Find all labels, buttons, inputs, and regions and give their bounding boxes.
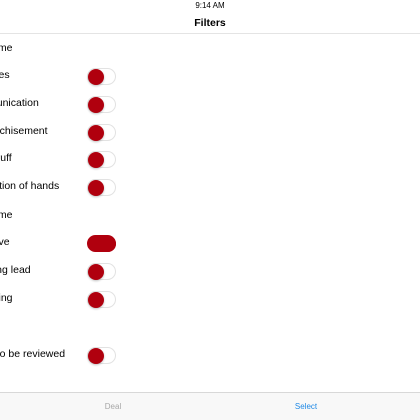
toggle-knob <box>88 69 104 85</box>
section-header-first: ame <box>0 35 420 62</box>
section-header-label: ame <box>0 42 13 54</box>
filter-label: alling <box>0 292 13 304</box>
tab-deal[interactable]: Deal <box>73 393 153 420</box>
section-header-second: ame <box>0 202 420 229</box>
filter-list: ame sses munication anchisement s-ruff u… <box>0 34 420 392</box>
filter-label: sses <box>0 69 10 81</box>
filter-label: d to be reviewed <box>0 348 66 360</box>
filter-row-active: ctive <box>0 229 420 256</box>
filter-toggle-passes[interactable] <box>87 68 116 85</box>
filter-label: ctive <box>0 236 10 248</box>
filter-row-cross-ruff: s-ruff <box>0 145 420 172</box>
toggle-knob <box>88 264 104 280</box>
filter-row-signalling: alling <box>0 285 420 312</box>
toggle-knob <box>88 125 104 141</box>
filter-row-opening-lead: ning lead <box>0 257 420 284</box>
filter-label: anchisement <box>0 125 48 137</box>
filter-toggle-cross-ruff[interactable] <box>87 151 116 168</box>
filter-row-reduction-of-hands: uction of hands <box>0 173 420 200</box>
filter-toggle-communication[interactable] <box>87 96 116 113</box>
filter-toggle-active[interactable] <box>87 235 116 252</box>
filter-label: ning lead <box>0 264 31 276</box>
filter-row-passes: sses <box>0 62 420 89</box>
status-bar: 9:14 AM <box>0 0 420 12</box>
navigation-bar: Filters <box>0 12 420 34</box>
filter-row-to-be-reviewed: d to be reviewed <box>0 341 420 368</box>
page-title: Filters <box>194 17 226 29</box>
toggle-knob <box>88 348 104 364</box>
filter-label: s-ruff <box>0 152 12 164</box>
filter-toggle-reduction-of-hands[interactable] <box>87 179 116 196</box>
filter-toggle-to-be-reviewed[interactable] <box>87 347 116 364</box>
tab-select[interactable]: Select <box>266 393 346 420</box>
section-header-label: ame <box>0 209 13 221</box>
filter-label: munication <box>0 97 39 109</box>
filter-toggle-opening-lead[interactable] <box>87 263 116 280</box>
toggle-knob <box>88 180 104 196</box>
toggle-knob <box>88 292 104 308</box>
filter-row-enfranchisement: anchisement <box>0 118 420 145</box>
toggle-knob <box>88 152 104 168</box>
filter-toggle-signalling[interactable] <box>87 291 116 308</box>
toggle-knob <box>100 236 116 252</box>
filter-label: uction of hands <box>0 180 60 192</box>
tab-bar: Deal Select <box>0 392 420 420</box>
status-time: 9:14 AM <box>195 1 225 10</box>
filter-row-communication: munication <box>0 90 420 117</box>
filter-toggle-enfranchisement[interactable] <box>87 124 116 141</box>
toggle-knob <box>88 97 104 113</box>
